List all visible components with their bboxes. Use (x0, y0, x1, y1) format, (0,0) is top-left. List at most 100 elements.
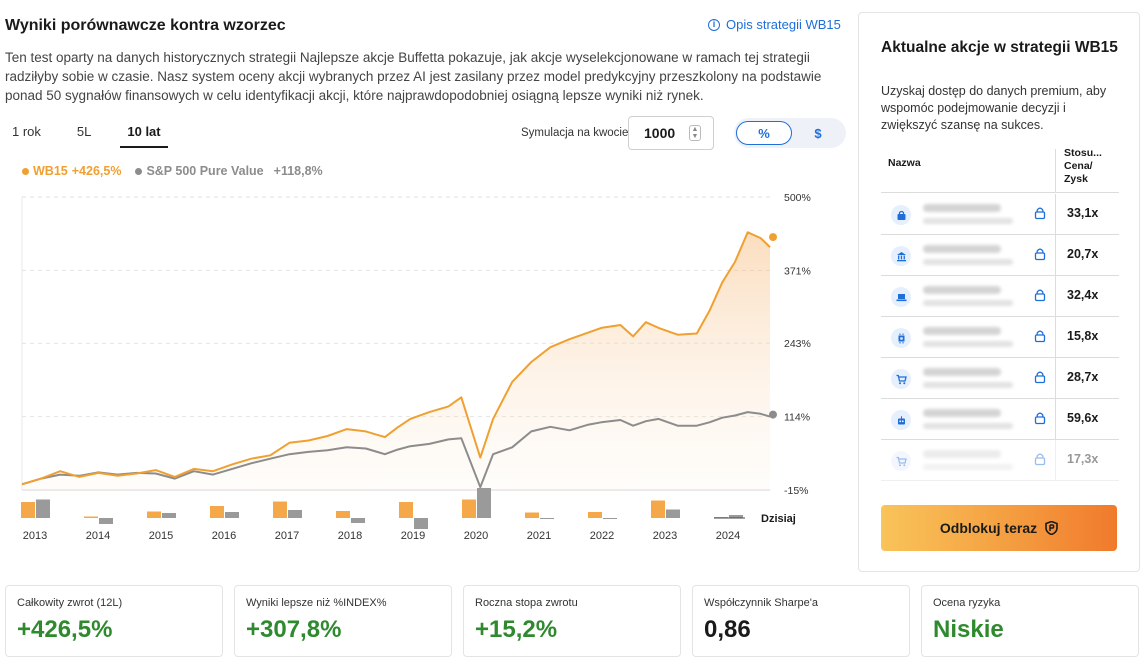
holding-row[interactable]: 33,1x (881, 194, 1119, 235)
annual-bar-sp500[interactable] (288, 510, 302, 518)
annual-bar-sp500[interactable] (666, 509, 680, 519)
legend-dot-sp500 (135, 167, 143, 175)
pe-ratio-value: 17,3x (1067, 452, 1099, 466)
annual-bar-sp500[interactable] (162, 513, 176, 518)
annual-bar-sp500[interactable] (225, 512, 239, 518)
annual-bar-sp500[interactable] (99, 518, 113, 524)
column-header-name[interactable]: Nazwa (888, 157, 921, 169)
hidden-company-name (923, 204, 1001, 212)
x-axis-label: 2016 (212, 530, 236, 542)
wb15-end-point[interactable] (769, 233, 777, 242)
stepper-up-icon[interactable]: ▲ (692, 126, 699, 133)
holdings-table-header: Nazwa Stosu... Cena/ Zysk (881, 147, 1119, 193)
stat-value: +15,2% (475, 616, 558, 643)
x-axis-label: 2024 (716, 530, 740, 542)
stat-card-annual-return: Roczna stopa zwrotu +15,2% (463, 585, 681, 657)
strategy-description-link[interactable]: i Opis strategii WB15 (708, 17, 841, 32)
annual-bar-sp500[interactable] (36, 499, 50, 519)
annual-bar-wb15[interactable] (336, 511, 350, 518)
stepper-down-icon[interactable]: ▼ (692, 133, 699, 140)
annual-bar-sp500[interactable] (351, 518, 365, 523)
dollar-toggle-button[interactable]: $ (790, 121, 846, 145)
x-axis-label: 2020 (464, 530, 488, 542)
hidden-company-ticker (923, 218, 1013, 224)
x-axis-label: 2023 (653, 530, 677, 542)
holding-row[interactable]: 59,6x (881, 399, 1119, 440)
y-tick-label: 500% (784, 192, 811, 204)
tab-5-years[interactable]: 5L (70, 118, 98, 148)
annual-bar-wb15[interactable] (21, 502, 35, 518)
lock-icon[interactable] (1034, 329, 1046, 343)
annual-bar-sp500[interactable] (414, 518, 428, 529)
legend-item-wb15[interactable]: WB15 +426,5% (22, 164, 121, 178)
holdings-subtitle: Uzyskaj dostęp do danych premium, aby ws… (881, 84, 1107, 132)
annual-bar-wb15[interactable] (399, 502, 413, 518)
hidden-company-ticker (923, 464, 1013, 470)
annual-bar-wb15[interactable] (147, 511, 161, 519)
premium-shield-icon (1045, 521, 1058, 535)
row-divider (1055, 317, 1056, 358)
holding-row[interactable]: 17,3x (881, 440, 1119, 481)
simulation-amount-value: 1000 (644, 125, 676, 141)
bag-icon (891, 205, 911, 225)
today-label: Dzisiaj (761, 513, 796, 525)
hidden-company-ticker (923, 423, 1013, 429)
annual-bar-wb15[interactable] (462, 499, 476, 519)
holdings-table-body: 33,1x 20,7x 32,4x 15,8x 28,7x 59,6x 17,3x (881, 194, 1119, 481)
lock-icon[interactable] (1034, 206, 1046, 220)
simulation-amount-input[interactable]: 1000 ▲ ▼ (628, 116, 714, 150)
x-axis-label: 2014 (86, 530, 110, 542)
hidden-company-ticker (923, 259, 1013, 265)
annual-bar-sp500[interactable] (603, 518, 617, 519)
lock-icon[interactable] (1034, 411, 1046, 425)
robot-icon (891, 410, 911, 430)
row-divider (1055, 276, 1056, 317)
hidden-company-ticker (923, 341, 1013, 347)
period-tabs: 1 rok 5L 10 lat (5, 118, 168, 148)
annual-bar-wb15[interactable] (525, 512, 539, 519)
laptop-icon (891, 287, 911, 307)
unlock-button[interactable]: Odblokuj teraz (881, 505, 1117, 551)
lock-icon[interactable] (1034, 370, 1046, 384)
tab-10-years[interactable]: 10 lat (120, 118, 168, 148)
holding-row[interactable]: 28,7x (881, 358, 1119, 399)
sp500-end-point[interactable] (769, 410, 777, 419)
stat-card-risk-rating: Ocena ryzyka Niskie (921, 585, 1139, 657)
legend-item-sp500[interactable]: S&P 500 Pure Value +118,8% (135, 164, 323, 178)
info-icon: i (708, 18, 720, 31)
holding-row[interactable]: 15,8x (881, 317, 1119, 358)
hidden-company-name (923, 368, 1001, 376)
annual-bar-wb15[interactable] (651, 500, 665, 519)
lock-icon[interactable] (1034, 247, 1046, 261)
lock-icon[interactable] (1034, 288, 1046, 302)
stat-label: Ocena ryzyka (933, 597, 1001, 609)
cart-icon (891, 451, 911, 471)
pe-ratio-value: 15,8x (1067, 329, 1099, 343)
pe-ratio-value: 32,4x (1067, 288, 1099, 302)
holding-row[interactable]: 32,4x (881, 276, 1119, 317)
annual-bar-wb15[interactable] (84, 516, 98, 519)
stat-label: Roczna stopa zwrotu (475, 597, 578, 609)
tab-1-year[interactable]: 1 rok (5, 118, 48, 148)
percent-toggle-button[interactable]: % (736, 121, 792, 145)
annual-bar-sp500[interactable] (477, 488, 491, 518)
holding-row[interactable]: 20,7x (881, 235, 1119, 276)
column-header-pe-ratio[interactable]: Stosu... Cena/ Zysk (1064, 147, 1114, 186)
stat-value: +426,5% (17, 616, 113, 643)
lock-icon[interactable] (1034, 452, 1046, 466)
x-axis-label: 2022 (590, 530, 614, 542)
annual-bar-sp500[interactable] (540, 518, 554, 519)
pe-ratio-value: 28,7x (1067, 370, 1099, 384)
legend-dot-wb15 (22, 167, 29, 175)
annual-bar-wb15[interactable] (588, 512, 602, 518)
unlock-button-label: Odblokuj teraz (939, 520, 1038, 536)
stat-label: Całkowity zwrot (12L) (17, 597, 123, 609)
strategy-link-label: Opis strategii WB15 (726, 17, 841, 32)
annual-bar-wb15[interactable] (273, 501, 287, 519)
amount-stepper[interactable]: ▲ ▼ (689, 125, 701, 141)
current-holdings-panel: Aktualne akcje w strategii WB15 Uzyskaj … (858, 12, 1140, 572)
stat-value: 0,86 (704, 616, 751, 643)
x-axis-label: 2019 (401, 530, 425, 542)
annual-bar-wb15[interactable] (210, 506, 224, 518)
legend-sp500-name: S&P 500 Pure Value (146, 164, 264, 178)
